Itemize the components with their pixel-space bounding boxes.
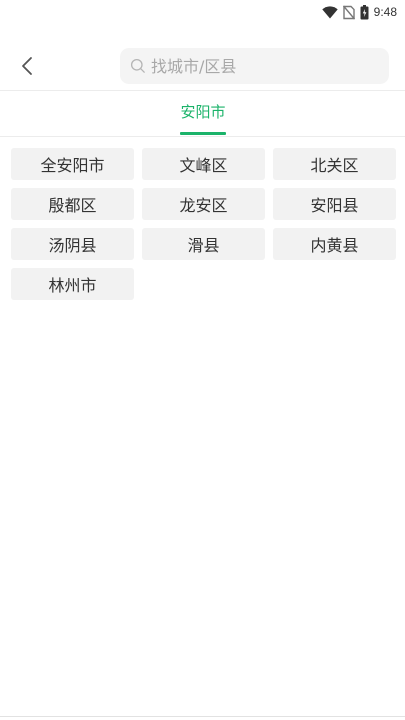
chevron-left-icon: [22, 57, 32, 75]
district-item[interactable]: 滑县: [142, 228, 265, 260]
wifi-icon: [321, 5, 338, 19]
no-sim-icon: [342, 5, 355, 19]
search-input[interactable]: [151, 56, 371, 76]
tab-indicator: [180, 132, 226, 135]
district-item[interactable]: 龙安区: [142, 188, 265, 220]
district-item[interactable]: 汤阴县: [11, 228, 134, 260]
search-box[interactable]: [120, 48, 389, 84]
status-time: 9:48: [373, 5, 397, 19]
status-icons: 9:48: [321, 3, 397, 21]
district-item[interactable]: 殷都区: [11, 188, 134, 220]
back-button[interactable]: [12, 50, 42, 82]
district-item[interactable]: 全安阳市: [11, 148, 134, 180]
district-item[interactable]: 北关区: [273, 148, 396, 180]
district-item[interactable]: 安阳县: [273, 188, 396, 220]
district-item[interactable]: 林州市: [11, 268, 134, 300]
tab-city[interactable]: 安阳市: [176, 101, 230, 122]
tab-divider: [0, 136, 405, 137]
district-item[interactable]: 内黄县: [273, 228, 396, 260]
bottom-divider: [0, 716, 405, 717]
search-icon: [130, 58, 145, 73]
tab-bar: 安阳市: [0, 91, 405, 136]
status-bar: 9:48: [0, 0, 405, 24]
district-grid: 全安阳市 文峰区 北关区 殷都区 龙安区 安阳县 汤阴县 滑县 内黄县 林州市: [11, 148, 396, 300]
battery-icon: [360, 4, 369, 19]
district-item[interactable]: 文峰区: [142, 148, 265, 180]
header: [0, 44, 405, 89]
